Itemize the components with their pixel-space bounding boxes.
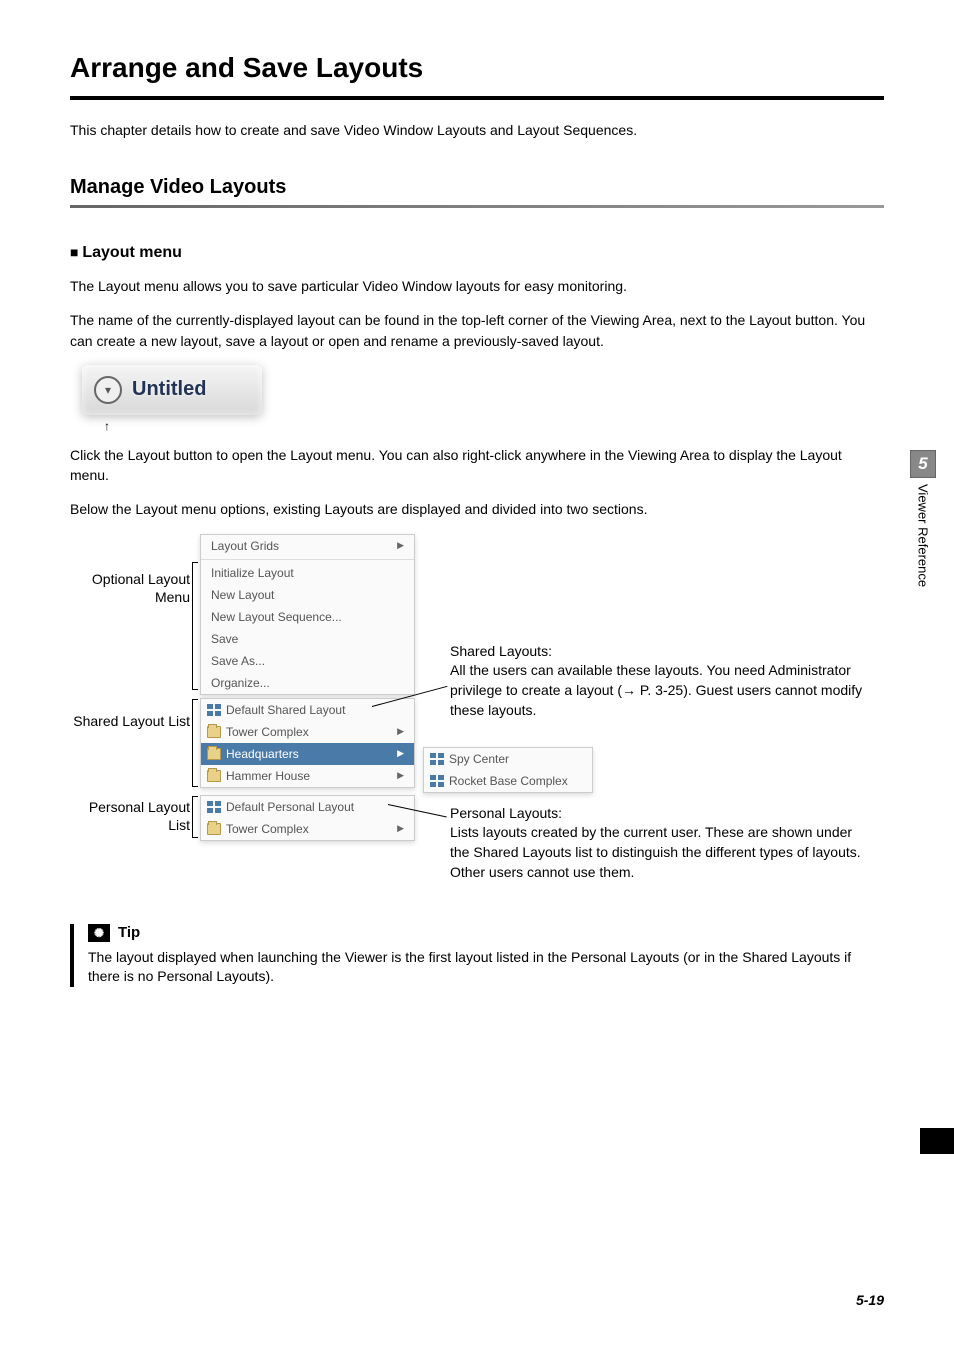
layout-button-label: Untitled: [132, 378, 206, 401]
title-rule: [70, 96, 884, 100]
tip-body: The layout displayed when launching the …: [88, 948, 884, 987]
menu-item-save-as[interactable]: Save As...: [201, 650, 414, 672]
subsection-heading: Layout menu: [70, 244, 884, 262]
chevron-right-icon: ▶: [397, 540, 404, 551]
menu-item-headquarters[interactable]: Headquarters ▶: [201, 743, 414, 765]
submenu-item-spy-center[interactable]: Spy Center: [424, 748, 592, 770]
callout-personal: Personal Layouts: Lists layouts created …: [450, 804, 870, 882]
section-rule: [70, 205, 884, 208]
page-title: Arrange and Save Layouts: [70, 52, 884, 84]
menu-item-new-sequence[interactable]: New Layout Sequence...: [201, 606, 414, 628]
callout-shared: Shared Layouts: All the users can availa…: [450, 642, 870, 720]
chevron-right-icon: ▶: [397, 823, 404, 834]
menu-item-save[interactable]: Save: [201, 628, 414, 650]
folder-icon: [207, 770, 221, 782]
menu-diagram: Optional Layout Menu Shared Layout List …: [70, 534, 884, 894]
grid-icon: [207, 801, 221, 813]
body-paragraph: Click the Layout button to open the Layo…: [70, 445, 884, 486]
body-paragraph: The Layout menu allows you to save parti…: [70, 276, 884, 296]
section-heading: Manage Video Layouts: [70, 176, 884, 199]
dropdown-circle-icon: [94, 376, 122, 404]
grid-icon: [430, 753, 444, 765]
body-paragraph: Below the Layout menu options, existing …: [70, 499, 884, 519]
page-number: 5-19: [856, 1292, 884, 1308]
chevron-right-icon: ▶: [397, 726, 404, 737]
layout-menu-top: Layout Grids▶ Initialize Layout New Layo…: [200, 534, 415, 695]
chapter-number: 5: [910, 450, 936, 478]
layout-button-example: Untitled: [82, 365, 262, 415]
edge-marker: [920, 1128, 954, 1154]
menu-item-default-personal[interactable]: Default Personal Layout: [201, 796, 414, 818]
menu-item-initialize[interactable]: Initialize Layout: [201, 562, 414, 584]
menu-item-tower-complex-personal[interactable]: Tower Complex ▶: [201, 818, 414, 840]
bracket-shared: [192, 699, 198, 787]
bracket-personal: [192, 796, 198, 838]
folder-icon: [207, 748, 221, 760]
grid-icon: [207, 704, 221, 716]
submenu-item-rocket-base[interactable]: Rocket Base Complex: [424, 770, 592, 792]
chapter-label: Viewer Reference: [916, 484, 931, 587]
chevron-right-icon: ▶: [397, 770, 404, 781]
menu-item-organize[interactable]: Organize...: [201, 672, 414, 694]
folder-icon: [207, 726, 221, 738]
bracket-optional: [192, 562, 198, 690]
tip-box: ✺ Tip The layout displayed when launchin…: [70, 924, 884, 987]
intro-text: This chapter details how to create and s…: [70, 122, 884, 138]
tip-label: Tip: [118, 924, 140, 941]
personal-layout-menu: Default Personal Layout Tower Complex ▶: [200, 795, 415, 841]
chapter-tab: 5 Viewer Reference: [910, 450, 936, 587]
label-personal-list: Personal Layout List: [70, 798, 190, 834]
shared-layout-menu: Default Shared Layout Tower Complex ▶ He…: [200, 698, 415, 788]
menu-item-hammer-house[interactable]: Hammer House ▶: [201, 765, 414, 787]
menu-item-layout-grids[interactable]: Layout Grids▶: [201, 535, 414, 557]
grid-icon: [430, 775, 444, 787]
arrow-up-indicator: ↑: [104, 419, 884, 433]
folder-icon: [207, 823, 221, 835]
body-paragraph: The name of the currently-displayed layo…: [70, 310, 884, 351]
tip-icon: ✺: [88, 924, 110, 942]
chevron-right-icon: ▶: [397, 748, 404, 759]
label-shared-list: Shared Layout List: [70, 712, 190, 730]
menu-item-tower-complex[interactable]: Tower Complex ▶: [201, 721, 414, 743]
menu-item-new-layout[interactable]: New Layout: [201, 584, 414, 606]
label-optional-menu: Optional Layout Menu: [70, 570, 190, 606]
headquarters-submenu: Spy Center Rocket Base Complex: [423, 747, 593, 793]
